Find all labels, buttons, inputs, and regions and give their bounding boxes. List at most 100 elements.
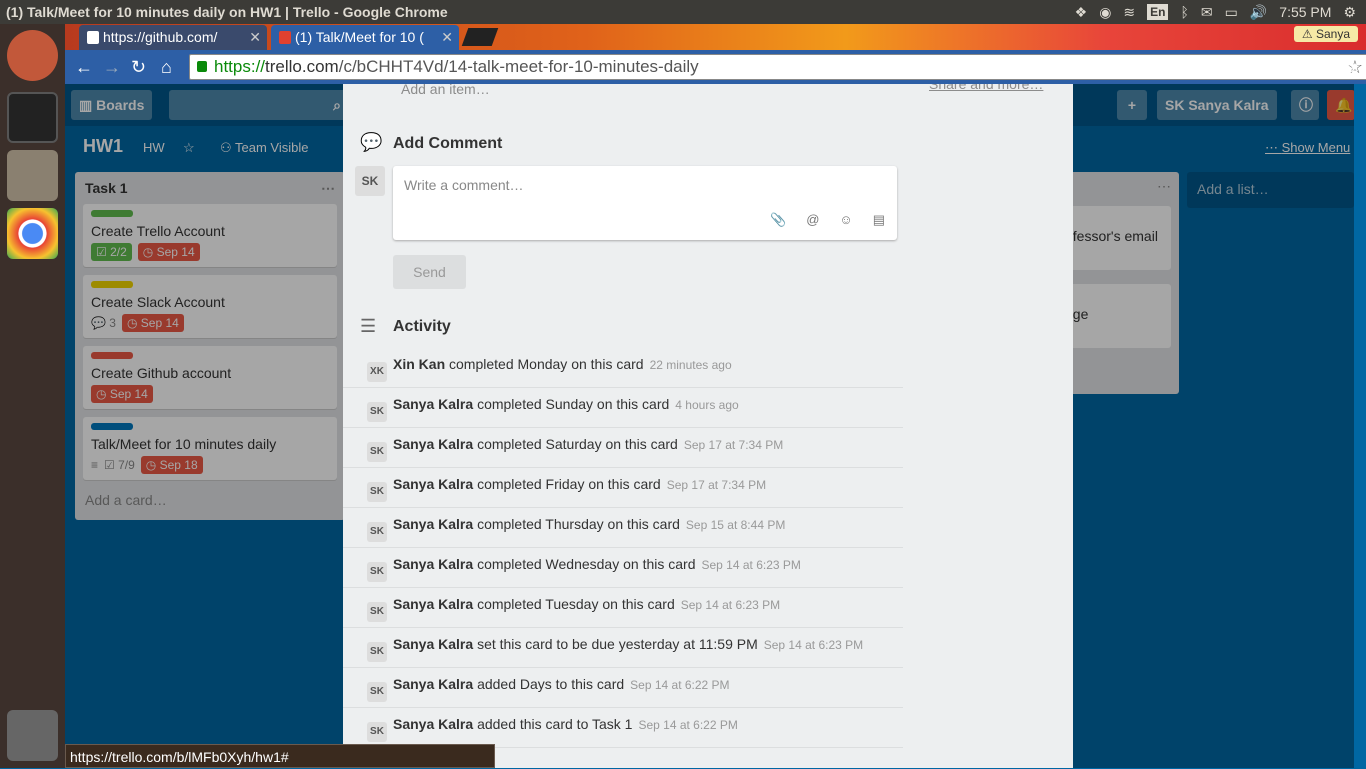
attachment-icon[interactable]: 📎 [770,212,786,228]
member-name[interactable]: Sanya Kalra [393,476,473,492]
activity-time[interactable]: 4 hours ago [675,398,738,412]
send-button[interactable]: Send [393,255,466,289]
new-tab-button[interactable] [461,28,499,46]
terminal-icon[interactable] [7,92,58,143]
browser-toolbar: ← → ↻ ⌂ https://trello.com/c/bCHHT4Vd/14… [65,50,1366,84]
clock[interactable]: 7:55 PM [1279,0,1331,24]
member-name[interactable]: Sanya Kalra [393,596,473,612]
chrome-tray-icon[interactable]: ◉ [1099,0,1111,24]
lock-icon [197,61,207,72]
activity-item: SK Sanya Kalra added Days to this card Sep… [343,668,903,708]
dropbox-icon[interactable]: ❖ [1075,0,1088,24]
member-name[interactable]: Sanya Kalra [393,716,473,732]
home-icon[interactable]: ⌂ [161,56,172,78]
close-tab-icon[interactable]: ✕ [441,25,453,50]
file-manager-icon[interactable] [7,150,58,201]
cast-icon[interactable]: ▭ [1313,58,1330,79]
card-detail-modal: Add an item… Share and more… 💬 Add Comme… [343,84,1073,768]
forward-icon[interactable]: → [103,56,121,78]
member-name[interactable]: Sanya Kalra [393,636,473,652]
chrome-launcher-icon[interactable] [7,208,58,259]
trello-app: ▥ Boards ⌕ + SK Sanya Kalra ⓘ 🔔 HW1 HW ☆… [65,84,1354,768]
activity-action: completed Thursday on this card [477,516,680,532]
activity-time[interactable]: Sep 14 at 6:22 PM [638,718,737,732]
activity-action: completed Saturday on this card [477,436,678,452]
member-name[interactable]: Sanya Kalra [393,556,473,572]
volume-icon[interactable]: 🔊 [1250,0,1267,24]
member-name[interactable]: Sanya Kalra [393,516,473,532]
keyboard-lang[interactable]: En [1147,4,1169,20]
activity-action: completed Sunday on this card [477,396,670,412]
avatar[interactable]: SK [367,722,387,742]
tab-github[interactable]: https://github.com/ ✕ [79,25,267,50]
launcher [0,24,65,768]
avatar[interactable]: SK [367,682,387,702]
bluetooth-icon[interactable]: ᛒ [1180,0,1188,24]
page-icon [87,31,99,44]
tab-strip: https://github.com/ ✕ (1) Talk/Meet for … [65,24,1366,50]
system-tray: ❖ ◉ ≋ En ᛒ ✉ ▭ 🔊 7:55 PM ⚙ [1075,0,1366,24]
avatar[interactable]: SK [367,482,387,502]
wifi-icon[interactable]: ≋ [1123,0,1135,24]
trello-icon [279,31,291,44]
trash-icon[interactable] [7,710,58,761]
activity-time[interactable]: Sep 14 at 6:23 PM [681,598,780,612]
back-icon[interactable]: ← [75,56,93,78]
card-link-icon[interactable]: ▤ [873,212,885,228]
activity-action: completed Friday on this card [477,476,661,492]
activity-item: SK Sanya Kalra added this card to Task 1 S… [343,708,903,748]
activity-item: SK Sanya Kalra completed Thursday on this… [343,508,903,548]
window-title: (1) Talk/Meet for 10 minutes daily on HW… [6,4,448,20]
avatar[interactable]: SK [355,166,385,196]
activity-item: SK Sanya Kalra completed Saturday on this… [343,428,903,468]
activity-time[interactable]: Sep 17 at 7:34 PM [667,478,766,492]
os-top-bar: (1) Talk/Meet for 10 minutes daily on HW… [0,0,1366,24]
status-url-bubble: https://trello.com/b/lMFb0Xyh/hw1# [65,744,495,768]
activity-item: SK Sanya Kalra completed Sunday on this c… [343,388,903,428]
activity-title: Activity [393,318,451,335]
activity-time[interactable]: Sep 14 at 6:22 PM [630,678,729,692]
activity-action: completed Tuesday on this card [477,596,675,612]
reload-icon[interactable]: ↻ [131,56,146,78]
add-checklist-item[interactable]: Add an item… [401,84,490,97]
member-name[interactable]: Xin Kan [393,356,445,372]
address-bar[interactable]: https://trello.com/c/bCHHT4Vd/14-talk-me… [189,54,1366,80]
add-comment-title: Add Comment [393,135,503,152]
comment-input[interactable]: Write a comment… 📎 @ ☺ ▤ [393,166,897,240]
activity-time[interactable]: Sep 14 at 6:23 PM [701,558,800,572]
emoji-icon[interactable]: ☺ [839,212,852,228]
close-tab-icon[interactable]: ✕ [249,25,261,50]
avatar[interactable]: SK [367,402,387,422]
activity-time[interactable]: Sep 17 at 7:34 PM [684,438,783,452]
tab-trello[interactable]: (1) Talk/Meet for 10 ( ✕ [271,25,459,50]
activity-item: SK Sanya Kalra completed Friday on this c… [343,468,903,508]
avatar[interactable]: XK [367,362,387,382]
activity-action: added Days to this card [477,676,625,692]
member-name[interactable]: Sanya Kalra [393,396,473,412]
chrome-menu-icon[interactable]: ≡ [1347,58,1358,79]
activity-time[interactable]: 22 minutes ago [650,358,732,372]
mention-icon[interactable]: @ [806,212,819,228]
member-name[interactable]: Sanya Kalra [393,436,473,452]
activity-item: SK Sanya Kalra set this card to be due ye… [343,628,903,668]
avatar[interactable]: SK [367,642,387,662]
activity-item: SK Sanya Kalra completed Tuesday on this … [343,588,903,628]
avatar[interactable]: SK [367,602,387,622]
avatar[interactable]: SK [367,442,387,462]
activity-action: added this card to Task 1 [477,716,633,732]
share-and-more-link[interactable]: Share and more… [929,84,1043,92]
avatar[interactable]: SK [367,522,387,542]
mail-icon[interactable]: ✉ [1201,0,1213,24]
comment-icon: 💬 [360,132,383,152]
ubuntu-dash-icon[interactable] [7,30,58,81]
member-name[interactable]: Sanya Kalra [393,676,473,692]
activity-icon: ☰ [360,316,377,336]
activity-action: completed Monday on this card [449,356,644,372]
profile-badge[interactable]: ⚠ Sanya [1293,26,1358,42]
activity-action: set this card to be due yesterday at 11:… [477,636,758,652]
battery-icon[interactable]: ▭ [1225,0,1238,24]
activity-time[interactable]: Sep 14 at 6:23 PM [764,638,863,652]
avatar[interactable]: SK [367,562,387,582]
activity-time[interactable]: Sep 15 at 8:44 PM [686,518,785,532]
settings-gear-icon[interactable]: ⚙ [1343,0,1356,24]
